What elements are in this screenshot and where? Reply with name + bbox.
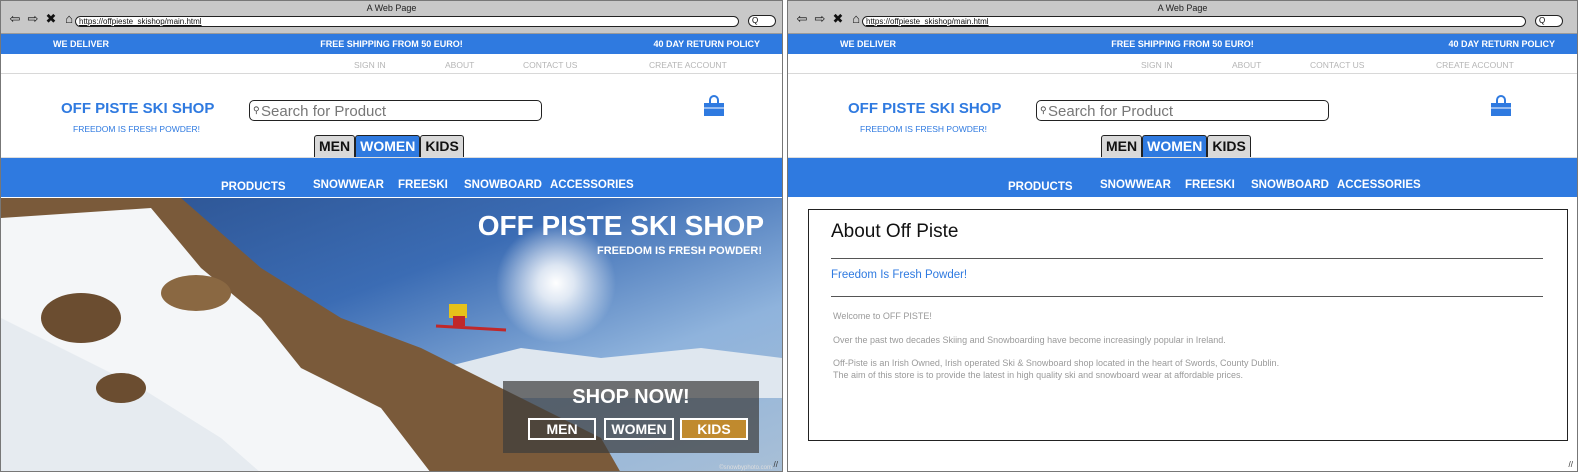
tab-men[interactable]: MEN [1101, 135, 1143, 157]
shop-now-box: SHOP NOW! MEN WOMEN KIDS [503, 381, 759, 453]
tab-kids[interactable]: KIDS [420, 135, 464, 157]
browser-search-button[interactable]: Q [1535, 15, 1563, 27]
browser-window-home: A Web Page ⇦ ⇨ ✖ ⌂ https://offpieste_ski… [0, 0, 783, 472]
close-icon[interactable]: ✖ [45, 12, 57, 26]
product-search: ⚲ [249, 100, 542, 121]
return-policy-text: 40 DAY RETURN POLICY [653, 39, 760, 49]
shopping-bag-icon[interactable] [1489, 94, 1513, 118]
tab-kids[interactable]: KIDS [1207, 135, 1251, 157]
about-title: About Off Piste [831, 221, 959, 242]
category-menu: PRODUCTS SNOWWEAR FREESKI SNOWBOARD ACCE… [788, 158, 1577, 197]
account-links: SIGN IN ABOUT CONTACT US CREATE ACCOUNT [788, 54, 1577, 74]
about-link[interactable]: ABOUT [1232, 60, 1261, 70]
tab-men[interactable]: MEN [314, 135, 356, 157]
shop-tagline: FREEDOM IS FRESH POWDER! [73, 124, 201, 134]
window-title: A Web Page [366, 3, 417, 13]
forward-icon[interactable]: ⇨ [27, 12, 39, 26]
back-icon[interactable]: ⇦ [9, 12, 21, 26]
menu-snowwear[interactable]: SNOWWEAR [1100, 179, 1171, 191]
resize-grip-icon[interactable]: // [1569, 460, 1573, 469]
shop-logo-title[interactable]: OFF PISTE SKI SHOP [61, 100, 214, 117]
back-icon[interactable]: ⇦ [796, 12, 808, 26]
menu-snowboard[interactable]: SNOWBOARD [1251, 179, 1329, 191]
about-panel: About Off Piste Freedom Is Fresh Powder!… [808, 209, 1568, 441]
search-input[interactable] [1048, 103, 1318, 119]
browser-window-about: A Web Page ⇦ ⇨ ✖ ⌂ https://offpieste_ski… [787, 0, 1578, 472]
tab-women[interactable]: WOMEN [1142, 135, 1208, 157]
home-icon[interactable]: ⌂ [850, 12, 862, 26]
menu-accessories[interactable]: ACCESSORIES [1337, 179, 1421, 191]
promo-bar: WE DELIVER FREE SHIPPING FROM 50 EURO! 4… [1, 34, 782, 54]
menu-freeski[interactable]: FREESKI [1185, 179, 1235, 191]
about-paragraph: Off-Piste is an Irish Owned, Irish opera… [833, 358, 1280, 368]
shop-kids-button[interactable]: KIDS [680, 418, 748, 440]
titlebar: A Web Page ⇦ ⇨ ✖ ⌂ https://offpieste_ski… [1, 1, 782, 34]
about-paragraph: Welcome to OFF PISTE! [833, 311, 932, 321]
divider [831, 296, 1543, 297]
category-menu: PRODUCTS SNOWWEAR FREESKI SNOWBOARD ACCE… [1, 158, 782, 197]
sign-in-link[interactable]: SIGN IN [1141, 60, 1173, 70]
site-header: OFF PISTE SKI SHOP FREEDOM IS FRESH POWD… [1, 74, 782, 158]
menu-products[interactable]: PRODUCTS [1008, 181, 1073, 193]
menu-snowboard[interactable]: SNOWBOARD [464, 179, 542, 191]
shop-men-button[interactable]: MEN [528, 418, 596, 440]
divider [831, 258, 1543, 259]
shop-women-button[interactable]: WOMEN [604, 418, 674, 440]
tab-women[interactable]: WOMEN [355, 135, 421, 157]
about-link[interactable]: ABOUT [445, 60, 474, 70]
hero-banner: OFF PISTE SKI SHOP FREEDOM IS FRESH POWD… [1, 198, 782, 471]
return-policy-text: 40 DAY RETURN POLICY [1448, 39, 1555, 49]
home-icon[interactable]: ⌂ [63, 12, 75, 26]
resize-grip-icon[interactable]: // [774, 460, 778, 469]
search-icon: ⚲ [253, 105, 260, 115]
nav-buttons: ⇦ ⇨ ✖ ⌂ [9, 12, 75, 26]
hero-title: OFF PISTE SKI SHOP [477, 210, 764, 241]
site-header: OFF PISTE SKI SHOP FREEDOM IS FRESH POWD… [788, 74, 1577, 158]
create-account-link[interactable]: CREATE ACCOUNT [1436, 60, 1514, 70]
shop-logo-title[interactable]: OFF PISTE SKI SHOP [848, 100, 1001, 117]
browser-search-button[interactable]: Q [748, 15, 776, 27]
account-links: SIGN IN ABOUT CONTACT US CREATE ACCOUNT [1, 54, 782, 74]
sign-in-link[interactable]: SIGN IN [354, 60, 386, 70]
about-subtitle: Freedom Is Fresh Powder! [831, 269, 968, 281]
shop-now-heading: SHOP NOW! [572, 386, 690, 408]
photo-credit: ©snowbyphoto.com [719, 465, 772, 471]
menu-accessories[interactable]: ACCESSORIES [550, 179, 634, 191]
promo-bar: WE DELIVER FREE SHIPPING FROM 50 EURO! 4… [788, 34, 1577, 54]
about-paragraph: Over the past two decades Skiing and Sno… [833, 335, 1226, 345]
create-account-link[interactable]: CREATE ACCOUNT [649, 60, 727, 70]
hero-subtitle: FREEDOM IS FRESH POWDER! [596, 245, 762, 257]
shop-tagline: FREEDOM IS FRESH POWDER! [860, 124, 988, 134]
forward-icon[interactable]: ⇨ [814, 12, 826, 26]
menu-snowwear[interactable]: SNOWWEAR [313, 179, 384, 191]
contact-us-link[interactable]: CONTACT US [523, 60, 577, 70]
product-search: ⚲ [1036, 100, 1329, 121]
titlebar: A Web Page ⇦ ⇨ ✖ ⌂ https://offpieste_ski… [788, 1, 1577, 34]
search-icon: ⚲ [1040, 105, 1047, 115]
gender-tabs: MEN WOMEN KIDS [314, 135, 464, 157]
search-input[interactable] [261, 103, 531, 119]
url-bar[interactable]: https://offpieste_skishop/main.html [75, 16, 739, 27]
nav-buttons: ⇦ ⇨ ✖ ⌂ [796, 12, 862, 26]
menu-freeski[interactable]: FREESKI [398, 179, 448, 191]
url-bar[interactable]: https://offpieste_skishop/main.html [862, 16, 1526, 27]
menu-products[interactable]: PRODUCTS [221, 181, 286, 193]
about-paragraph: The aim of this store is to provide the … [833, 370, 1244, 380]
close-icon[interactable]: ✖ [832, 12, 844, 26]
window-title: A Web Page [1157, 3, 1208, 13]
gender-tabs: MEN WOMEN KIDS [1101, 135, 1251, 157]
shopping-bag-icon[interactable] [702, 94, 726, 118]
contact-us-link[interactable]: CONTACT US [1310, 60, 1364, 70]
